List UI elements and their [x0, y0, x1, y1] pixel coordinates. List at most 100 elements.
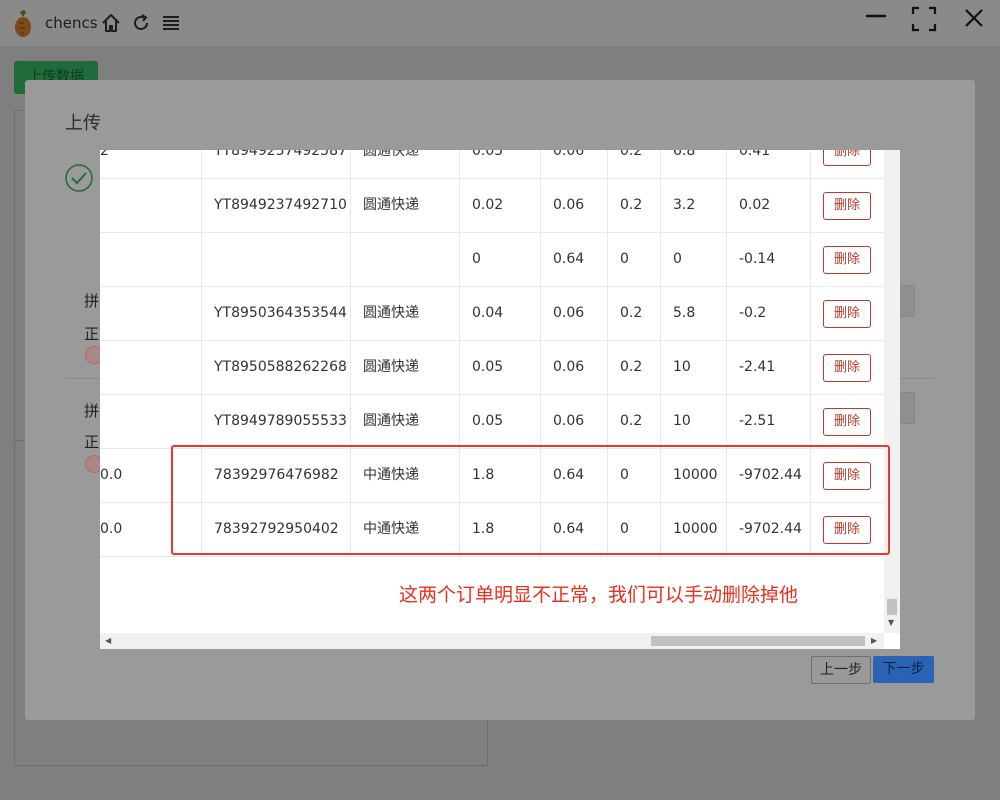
highlight-box — [171, 445, 890, 555]
column-divider — [660, 287, 661, 340]
scroll-left-arrow-icon[interactable]: ◀ — [105, 636, 111, 645]
column-divider — [660, 150, 661, 178]
cell-v3: 0 — [620, 251, 629, 267]
column-divider — [350, 341, 351, 394]
horizontal-scroll-thumb[interactable] — [651, 636, 865, 646]
column-divider — [201, 287, 202, 340]
delete-row-button[interactable]: 删除 — [823, 408, 871, 436]
close-icon[interactable] — [960, 5, 988, 33]
delete-row-button[interactable]: 删除 — [823, 246, 871, 274]
cell-v2: 0.06 — [553, 197, 585, 213]
column-divider — [459, 341, 460, 394]
delete-row-button[interactable]: 删除 — [823, 150, 871, 166]
column-divider — [607, 179, 608, 232]
delete-row-button[interactable]: 删除 — [823, 354, 871, 382]
column-divider — [201, 150, 202, 178]
app-top-bar: chencs — [0, 0, 1000, 46]
column-divider — [350, 395, 351, 448]
cell-v4: 10 — [673, 413, 691, 429]
cell-v4: 3.2 — [673, 197, 696, 213]
refresh-icon[interactable] — [130, 12, 152, 34]
delete-row-button[interactable]: 删除 — [823, 192, 871, 220]
cell-v1: 0.02 — [472, 197, 504, 213]
column-divider — [810, 287, 811, 340]
column-divider — [607, 233, 608, 286]
cell-courier: 圆通快递 — [363, 150, 419, 159]
cell-v2: 0.64 — [553, 251, 585, 267]
column-divider — [540, 179, 541, 232]
cell-v1: 0.05 — [472, 150, 504, 159]
scroll-right-arrow-icon[interactable]: ▶ — [871, 636, 877, 645]
minimize-icon[interactable] — [862, 5, 890, 33]
cell-v5: 0.41 — [739, 150, 771, 159]
cell-v5: -2.41 — [739, 359, 776, 375]
column-divider — [726, 150, 727, 178]
data-preview-table-window: 2 YT8949237492587 圆通快递 0.05 0.06 0.2 6.8 0.41 删除… — [100, 150, 900, 649]
app-name: chencs — [45, 14, 98, 32]
column-divider — [660, 179, 661, 232]
column-divider — [810, 233, 811, 286]
table-row: 0 0.64 0 0 -0.14 删除 — [100, 233, 884, 287]
cell-tracking: YT8950588262268 — [214, 359, 347, 375]
cell-v4: 10 — [673, 359, 691, 375]
column-divider — [540, 233, 541, 286]
vertical-scroll-thumb[interactable] — [887, 599, 897, 615]
column-divider — [350, 233, 351, 286]
column-divider — [201, 341, 202, 394]
cell-v4: 5.8 — [673, 305, 696, 321]
modal-side-text-4: 正 — [84, 433, 100, 451]
next-step-button[interactable]: 下一步 — [873, 656, 934, 683]
cell-v2: 0.06 — [553, 359, 585, 375]
cell-courier: 圆通快递 — [363, 413, 419, 429]
column-divider — [726, 233, 727, 286]
home-icon[interactable] — [100, 12, 122, 34]
column-divider — [607, 150, 608, 178]
column-divider — [660, 395, 661, 448]
modal-title: 上传 — [65, 113, 101, 134]
cell-c0: 2 — [100, 150, 109, 159]
cell-v2: 0.06 — [553, 413, 585, 429]
cell-v3: 0.2 — [620, 197, 643, 213]
column-divider — [810, 395, 811, 448]
column-divider — [540, 150, 541, 178]
table-row: YT8949789055533 圆通快递 0.05 0.06 0.2 10 -2.51 删除 — [100, 395, 884, 449]
column-divider — [201, 233, 202, 286]
cell-v3: 0.2 — [620, 150, 643, 159]
column-divider — [607, 341, 608, 394]
cell-v3: 0.2 — [620, 413, 643, 429]
cell-v5: -0.14 — [739, 251, 776, 267]
column-divider — [459, 150, 460, 178]
horizontal-scrollbar[interactable]: ◀ ▶ — [100, 633, 884, 649]
scroll-down-arrow-icon[interactable]: ▼ — [888, 618, 894, 627]
cell-v3: 0.2 — [620, 359, 643, 375]
column-divider — [350, 287, 351, 340]
delete-row-button[interactable]: 删除 — [823, 300, 871, 328]
cell-v4: 6.8 — [673, 150, 696, 159]
step-complete-icon — [65, 164, 93, 192]
fullscreen-icon[interactable] — [910, 5, 938, 33]
table-row: YT8949237492710 圆通快递 0.02 0.06 0.2 3.2 0.02 删除 — [100, 179, 884, 233]
modal-side-text-1: 拼 — [84, 292, 100, 310]
cell-v5: -2.51 — [739, 413, 776, 429]
table-row: YT8950588262268 圆通快递 0.05 0.06 0.2 10 -2.41 删除 — [100, 341, 884, 395]
cell-v1: 0 — [472, 251, 481, 267]
column-divider — [540, 395, 541, 448]
column-divider — [726, 395, 727, 448]
cell-v1: 0.04 — [472, 305, 504, 321]
column-divider — [660, 341, 661, 394]
column-divider — [459, 395, 460, 448]
column-divider — [201, 395, 202, 448]
column-divider — [459, 287, 460, 340]
cell-c0: 0.0 — [100, 521, 123, 537]
cell-courier: 圆通快递 — [363, 359, 419, 375]
column-divider — [350, 150, 351, 178]
previous-step-button[interactable]: 上一步 — [811, 656, 871, 684]
cell-tracking: YT8949789055533 — [214, 413, 347, 429]
column-divider — [607, 287, 608, 340]
menu-icon[interactable] — [160, 12, 182, 34]
vertical-scrollbar[interactable]: ▼ — [884, 150, 900, 633]
column-divider — [459, 179, 460, 232]
carrot-logo-icon — [15, 10, 31, 37]
column-divider — [201, 179, 202, 232]
cell-c0: 0.0 — [100, 467, 123, 483]
